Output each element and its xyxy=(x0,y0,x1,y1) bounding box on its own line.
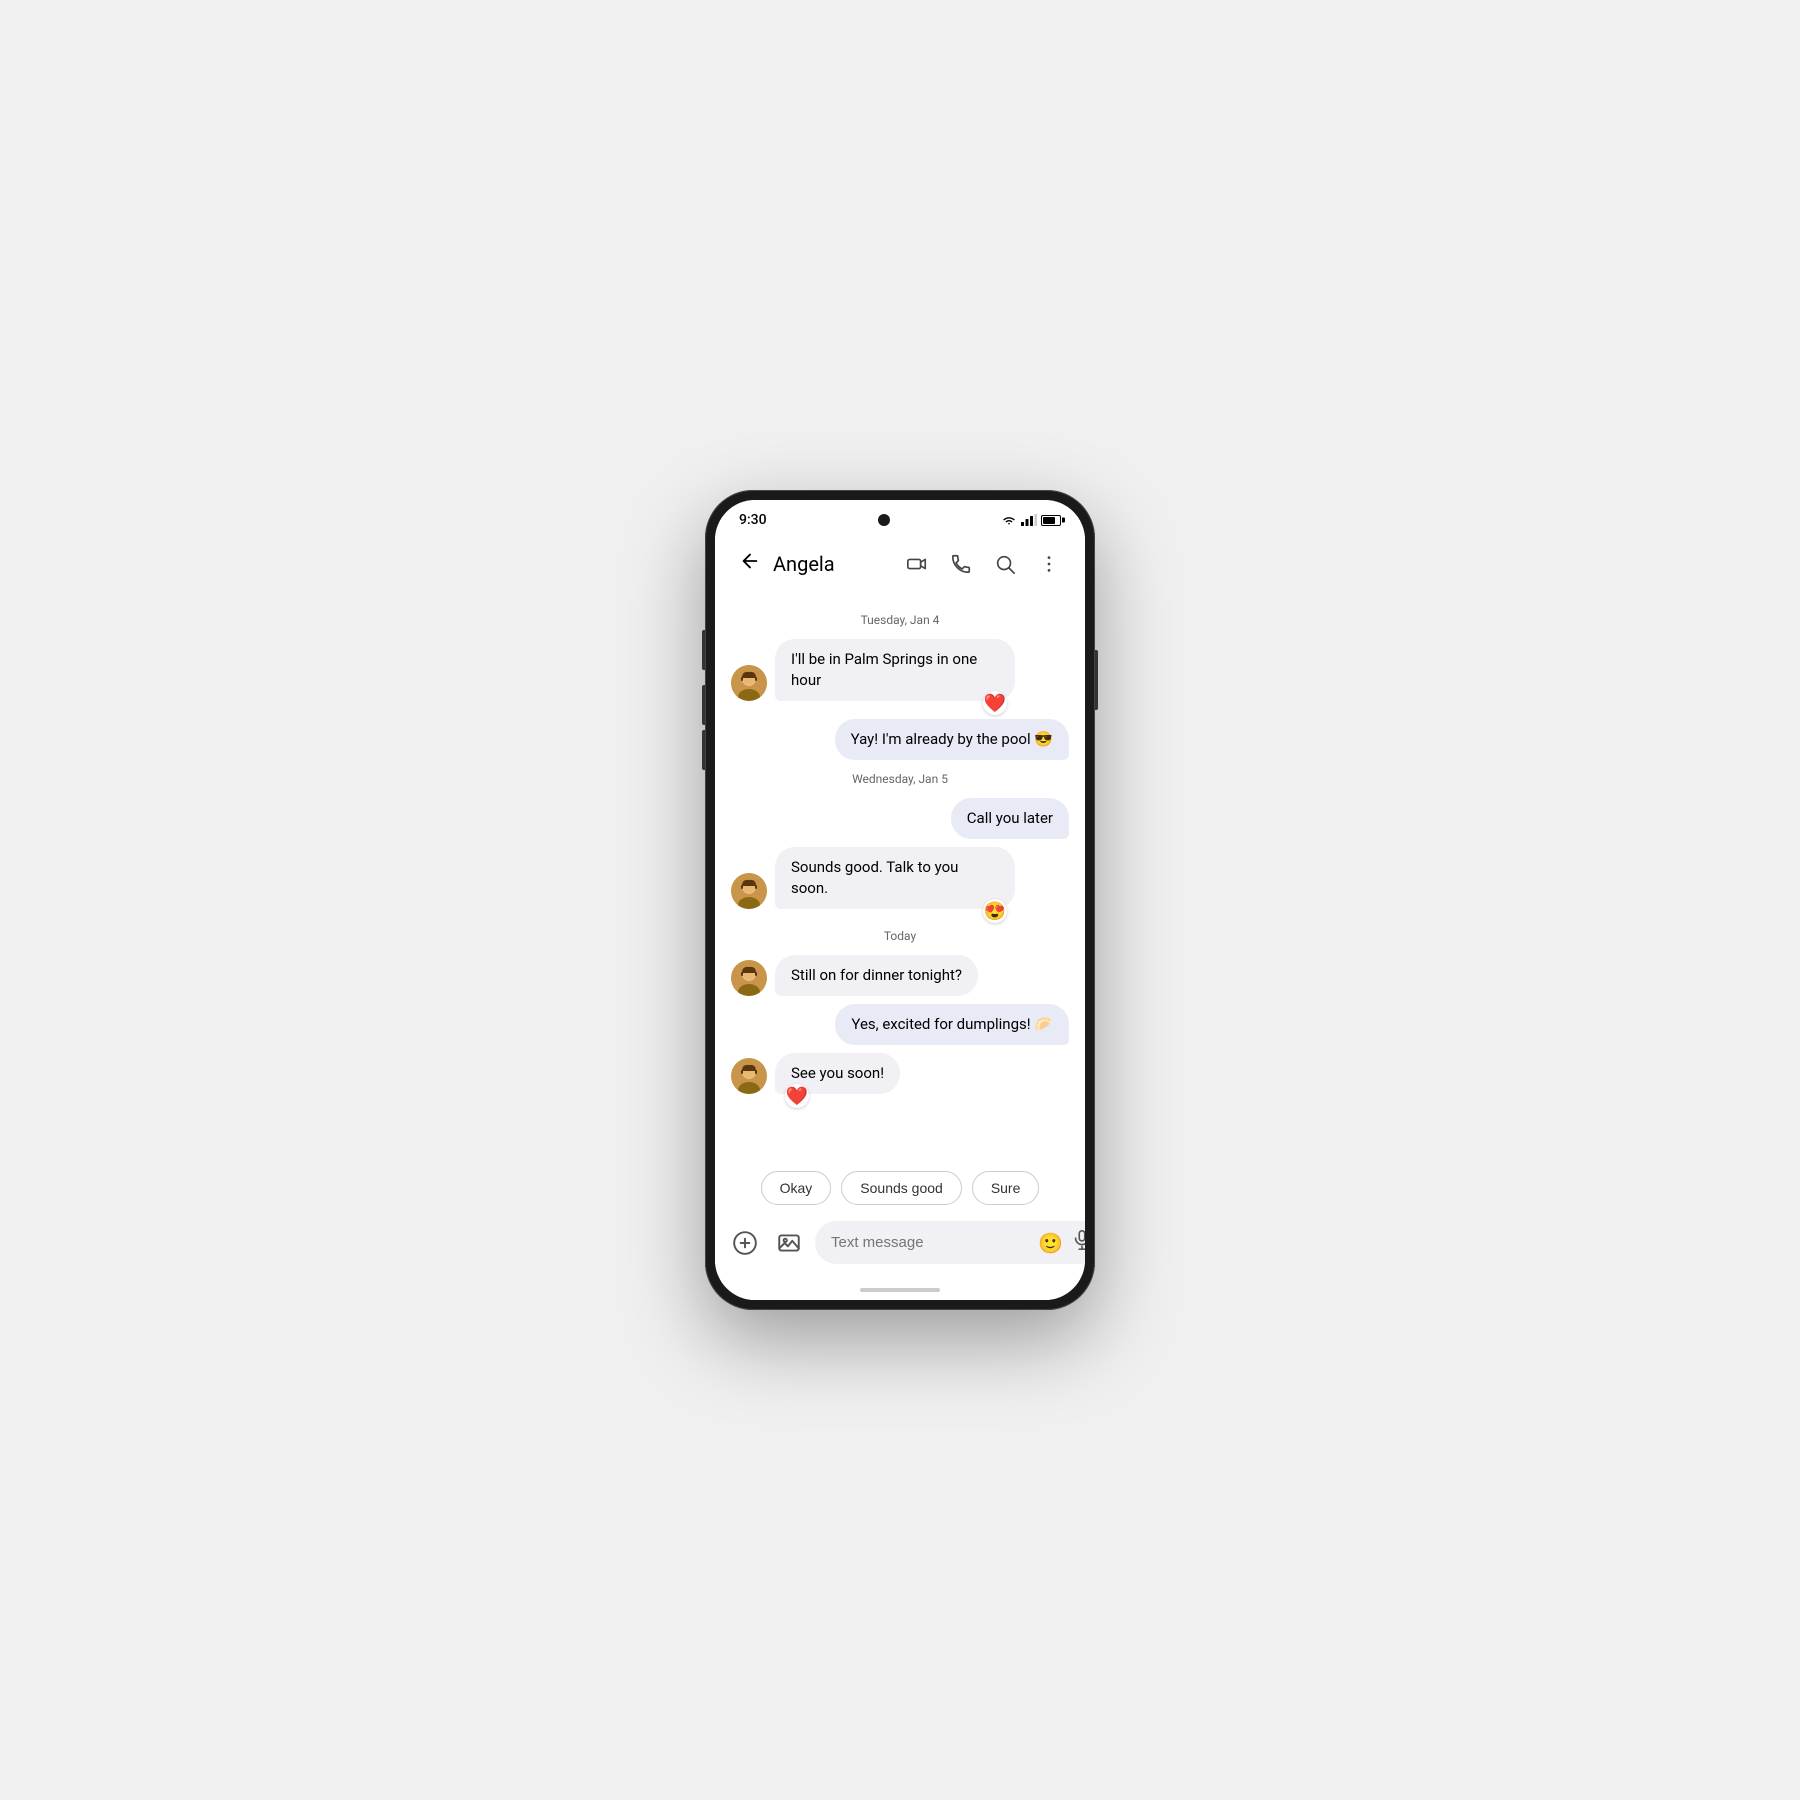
avatar xyxy=(731,1058,767,1094)
video-call-button[interactable] xyxy=(897,544,937,584)
quick-replies: Okay Sounds good Sure xyxy=(715,1163,1085,1213)
message-row: Sounds good. Talk to you soon. 😍 xyxy=(731,847,1069,909)
voice-call-button[interactable] xyxy=(941,544,981,584)
phone-screen: 9:30 xyxy=(715,500,1085,1300)
message-input[interactable] xyxy=(831,1234,1030,1251)
date-divider-today: Today xyxy=(731,929,1069,943)
emoji-button[interactable]: 🙂 xyxy=(1038,1231,1063,1255)
contact-name: Angela xyxy=(773,552,897,576)
message-row: Yes, excited for dumplings! 🥟 xyxy=(731,1004,1069,1045)
quick-reply-sure[interactable]: Sure xyxy=(972,1171,1040,1205)
message-bubble: Sounds good. Talk to you soon. xyxy=(775,847,1015,909)
home-bar xyxy=(860,1288,940,1292)
search-button[interactable] xyxy=(985,544,1025,584)
messages-area: Tuesday, Jan 4 xyxy=(715,593,1085,1163)
date-divider-tuesday: Tuesday, Jan 4 xyxy=(731,613,1069,627)
more-options-button[interactable] xyxy=(1029,544,1069,584)
message-reaction: ❤️ xyxy=(785,1084,809,1108)
camera-cutout xyxy=(878,514,890,526)
status-time: 9:30 xyxy=(739,512,767,528)
message-row: Yay! I'm already by the pool 😎 xyxy=(731,719,1069,760)
message-row: See you soon! ❤️ xyxy=(731,1053,1069,1094)
message-row: Call you later xyxy=(731,798,1069,839)
status-bar: 9:30 xyxy=(715,500,1085,534)
avatar xyxy=(731,873,767,909)
signal-icon xyxy=(1021,514,1037,526)
status-icons xyxy=(1001,514,1061,526)
add-button[interactable] xyxy=(727,1225,763,1261)
avatar xyxy=(731,665,767,701)
battery-icon xyxy=(1041,515,1061,526)
home-indicator xyxy=(715,1280,1085,1300)
message-bubble: Yes, excited for dumplings! 🥟 xyxy=(835,1004,1069,1045)
message-row: I'll be in Palm Springs in one hour ❤️ xyxy=(731,639,1069,701)
message-row: Still on for dinner tonight? xyxy=(731,955,1069,996)
back-button[interactable] xyxy=(731,542,769,585)
media-button[interactable] xyxy=(771,1225,807,1261)
input-area: 🙂 xyxy=(715,1213,1085,1280)
date-divider-wednesday: Wednesday, Jan 5 xyxy=(731,772,1069,786)
avatar xyxy=(731,960,767,996)
message-reaction: 😍 xyxy=(983,899,1007,923)
quick-reply-okay[interactable]: Okay xyxy=(761,1171,832,1205)
message-bubble: I'll be in Palm Springs in one hour xyxy=(775,639,1015,701)
wifi-icon xyxy=(1001,514,1017,526)
message-reaction: ❤️ xyxy=(983,691,1007,715)
message-bubble: Yay! I'm already by the pool 😎 xyxy=(835,719,1069,760)
app-bar-actions xyxy=(897,544,1069,584)
phone-device: 9:30 xyxy=(705,490,1095,1310)
message-bubble: Still on for dinner tonight? xyxy=(775,955,978,996)
app-bar: Angela xyxy=(715,534,1085,593)
message-bubble: Call you later xyxy=(951,798,1069,839)
message-input-wrapper: 🙂 xyxy=(815,1221,1085,1264)
mic-button[interactable] xyxy=(1071,1229,1085,1256)
quick-reply-sounds-good[interactable]: Sounds good xyxy=(841,1171,962,1205)
